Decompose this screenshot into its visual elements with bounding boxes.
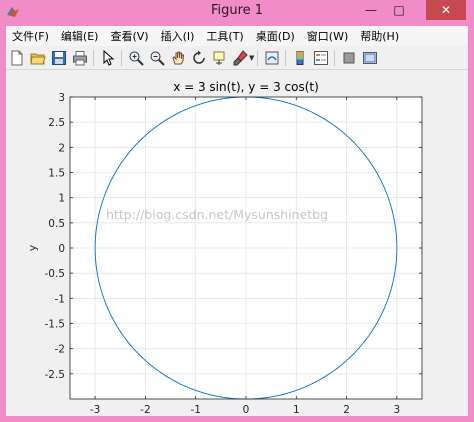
close-icon: ✕ <box>440 3 452 17</box>
pointer-icon[interactable] <box>100 50 116 66</box>
x-tick-label: 2 <box>343 404 350 416</box>
y-tick-label: 1 <box>58 193 65 205</box>
menu-help[interactable]: 帮助(H) <box>354 28 405 44</box>
data-cursor-icon[interactable] <box>212 50 228 66</box>
link-icon[interactable] <box>264 50 280 66</box>
y-tick-label: -1.5 <box>45 319 66 331</box>
rotate-icon[interactable] <box>191 50 207 66</box>
menu-edit[interactable]: 编辑(E) <box>55 28 105 44</box>
zoom-out-icon[interactable] <box>149 50 165 66</box>
maximize-icon: □ <box>393 3 405 17</box>
watermark-text: http://blog.csdn.net/Mysunshinetbg <box>106 207 328 222</box>
new-figure-icon[interactable] <box>9 50 25 66</box>
close-button[interactable]: ✕ <box>426 0 466 20</box>
x-tick-label: -1 <box>190 404 200 416</box>
y-tick-label: -1 <box>55 293 65 305</box>
y-tick-label: -2.5 <box>45 369 66 381</box>
y-tick-label: 0.5 <box>48 218 65 230</box>
print-icon[interactable] <box>72 50 88 66</box>
menu-view[interactable]: 查看(V) <box>104 28 154 44</box>
figure-toolbar: ▼ <box>6 47 468 70</box>
toolbar-separator <box>334 50 336 66</box>
y-tick-label: 0 <box>58 243 65 255</box>
y-axis-label: y <box>26 244 39 251</box>
zoom-in-icon[interactable] <box>128 50 144 66</box>
figure-canvas-area: http://blog.csdn.net/Mysunshinetbg -3 -2 -… <box>6 70 468 422</box>
x-tick-label: -3 <box>90 404 100 416</box>
menu-file[interactable]: 文件(F) <box>6 28 55 44</box>
x-tick-label: 0 <box>243 404 250 416</box>
hide-plot-tools-icon[interactable] <box>341 50 357 66</box>
client-area: 文件(F) 编辑(E) 查看(V) 插入(I) 工具(T) 桌面(D) 窗口(W… <box>6 26 468 422</box>
toolbar-separator <box>285 50 287 66</box>
menu-window[interactable]: 窗口(W) <box>301 28 354 44</box>
menu-insert[interactable]: 插入(I) <box>155 28 201 44</box>
minimize-button[interactable]: — <box>358 0 384 20</box>
x-tick-label: 1 <box>293 404 300 416</box>
y-tick-label: 3 <box>58 92 65 104</box>
menu-bar: 文件(F) 编辑(E) 查看(V) 插入(I) 工具(T) 桌面(D) 窗口(W… <box>6 26 468 46</box>
open-icon[interactable] <box>30 50 46 66</box>
maximize-button[interactable]: □ <box>386 0 412 20</box>
pan-icon[interactable] <box>170 50 186 66</box>
figure-window: Figure 1 — □ ✕ 文件(F) 编辑(E) 查看(V) 插入(I) 工… <box>0 0 474 422</box>
minimize-icon: — <box>365 3 377 17</box>
chart-title: x = 3 sin(t), y = 3 cos(t) <box>173 80 319 94</box>
y-tick-label: 1.5 <box>48 168 65 180</box>
legend-icon[interactable] <box>313 50 329 66</box>
show-plot-tools-icon[interactable] <box>362 50 378 66</box>
brush-icon[interactable] <box>233 50 249 66</box>
x-tick-label: -2 <box>140 404 150 416</box>
y-tick-label: -2 <box>55 344 65 356</box>
figure-canvas[interactable]: http://blog.csdn.net/Mysunshinetbg -3 -2 -… <box>6 70 468 422</box>
save-icon[interactable] <box>51 50 67 66</box>
chevron-down-icon[interactable]: ▼ <box>249 54 254 62</box>
y-tick-label: -0.5 <box>45 268 66 280</box>
menu-tools[interactable]: 工具(T) <box>200 28 249 44</box>
x-tick-label: 3 <box>394 404 401 416</box>
toolbar-separator <box>257 50 259 66</box>
menu-desktop[interactable]: 桌面(D) <box>250 28 301 44</box>
y-tick-label: 2.5 <box>48 117 65 129</box>
colorbar-icon[interactable] <box>292 50 308 66</box>
toolbar-separator <box>93 50 94 66</box>
title-bar[interactable]: Figure 1 — □ ✕ <box>0 0 474 24</box>
y-tick-label: 2 <box>58 142 65 154</box>
toolbar-separator <box>121 50 122 66</box>
